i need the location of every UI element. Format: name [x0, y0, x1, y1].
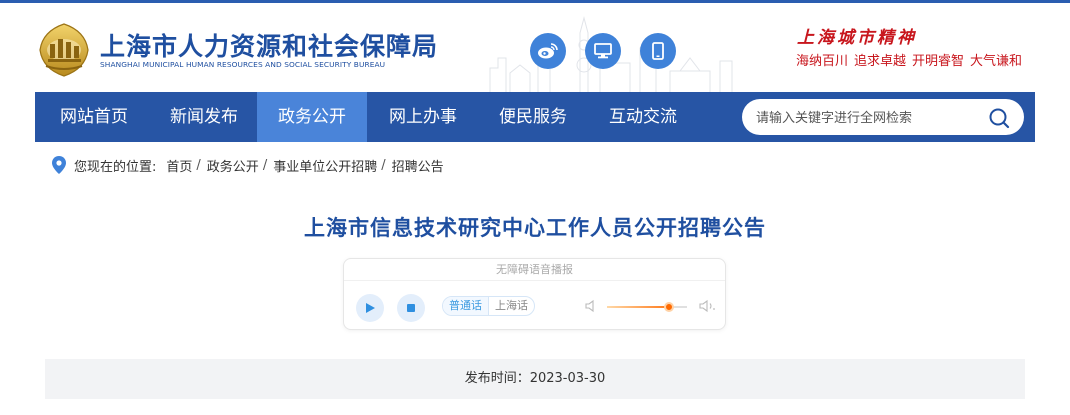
site-subtitle: SHANGHAI MUNICIPAL HUMAN RESOURCES AND S…	[100, 60, 386, 69]
search-icon[interactable]	[988, 107, 1010, 129]
nav-item-news[interactable]: 新闻发布	[151, 92, 257, 142]
volume-slider[interactable]	[607, 302, 687, 312]
search-input[interactable]	[756, 99, 976, 135]
volume-low-icon[interactable]	[585, 299, 597, 313]
bureau-emblem-icon[interactable]	[36, 22, 92, 78]
site-header: 上海市人力资源和社会保障局 SHANGHAI MUNICIPAL HUMAN R…	[0, 3, 1070, 93]
breadcrumb: 您现在的位置: 首页 / 政务公开 / 事业单位公开招聘 / 招聘公告	[52, 156, 444, 175]
site-title[interactable]: 上海市人力资源和社会保障局	[100, 27, 438, 63]
audio-player: 无障碍语音播报 普通话 上海话	[343, 258, 726, 330]
main-nav: 网站首页 新闻发布 政务公开 网上办事 便民服务 互动交流	[35, 92, 1035, 142]
publish-info-bar: 发布时间：2023-03-30	[45, 359, 1025, 399]
city-spirit-word: 海纳百川	[796, 54, 849, 69]
nav-item-convenience[interactable]: 便民服务	[479, 92, 587, 142]
search-box	[742, 99, 1024, 135]
breadcrumb-recruitment-notice[interactable]: 招聘公告	[392, 156, 444, 175]
language-mandarin[interactable]: 普通话	[443, 297, 489, 315]
location-pin-icon	[52, 156, 66, 174]
breadcrumb-government-affairs[interactable]: 政务公开	[207, 156, 259, 175]
mobile-icon	[652, 42, 664, 60]
nav-item-interaction[interactable]: 互动交流	[587, 92, 699, 142]
city-spirit-words: 海纳百川 追求卓越 开明睿智 大气谦和	[796, 50, 1022, 69]
city-spirit-word: 追求卓越	[854, 54, 907, 69]
breadcrumb-public-recruitment[interactable]: 事业单位公开招聘	[273, 156, 377, 175]
city-spirit-word: 大气谦和	[970, 54, 1023, 69]
city-spirit-title: 上海城市精神	[797, 28, 917, 48]
play-icon	[366, 303, 375, 313]
stop-button[interactable]	[397, 294, 425, 322]
weibo-icon	[538, 43, 558, 59]
nav-item-government-affairs[interactable]: 政务公开	[257, 92, 367, 142]
publish-time: 发布时间：2023-03-30	[464, 371, 606, 386]
stop-icon	[407, 304, 415, 312]
breadcrumb-separator: /	[196, 157, 201, 173]
language-shanghainese[interactable]: 上海话	[489, 297, 534, 315]
nav-item-online-services[interactable]: 网上办事	[367, 92, 479, 142]
volume-fill	[607, 306, 670, 308]
breadcrumb-label: 您现在的位置:	[74, 159, 157, 175]
volume-high-icon[interactable]	[699, 299, 717, 313]
language-toggle: 普通话 上海话	[442, 296, 535, 316]
breadcrumb-home[interactable]: 首页	[166, 156, 192, 175]
nav-item-home[interactable]: 网站首页	[35, 92, 153, 142]
desktop-icon	[594, 43, 612, 59]
breadcrumb-separator: /	[262, 157, 268, 173]
city-spirit-word: 开明睿智	[912, 54, 965, 69]
desktop-site-button[interactable]	[585, 33, 621, 69]
weibo-button[interactable]	[530, 33, 566, 69]
player-header: 无障碍语音播报	[344, 259, 725, 281]
article-title: 上海市信息技术研究中心工作人员公开招聘公告	[304, 216, 766, 240]
breadcrumb-separator: /	[381, 157, 386, 173]
play-button[interactable]	[356, 294, 384, 322]
volume-knob[interactable]	[664, 302, 675, 312]
mobile-site-button[interactable]	[640, 33, 676, 69]
